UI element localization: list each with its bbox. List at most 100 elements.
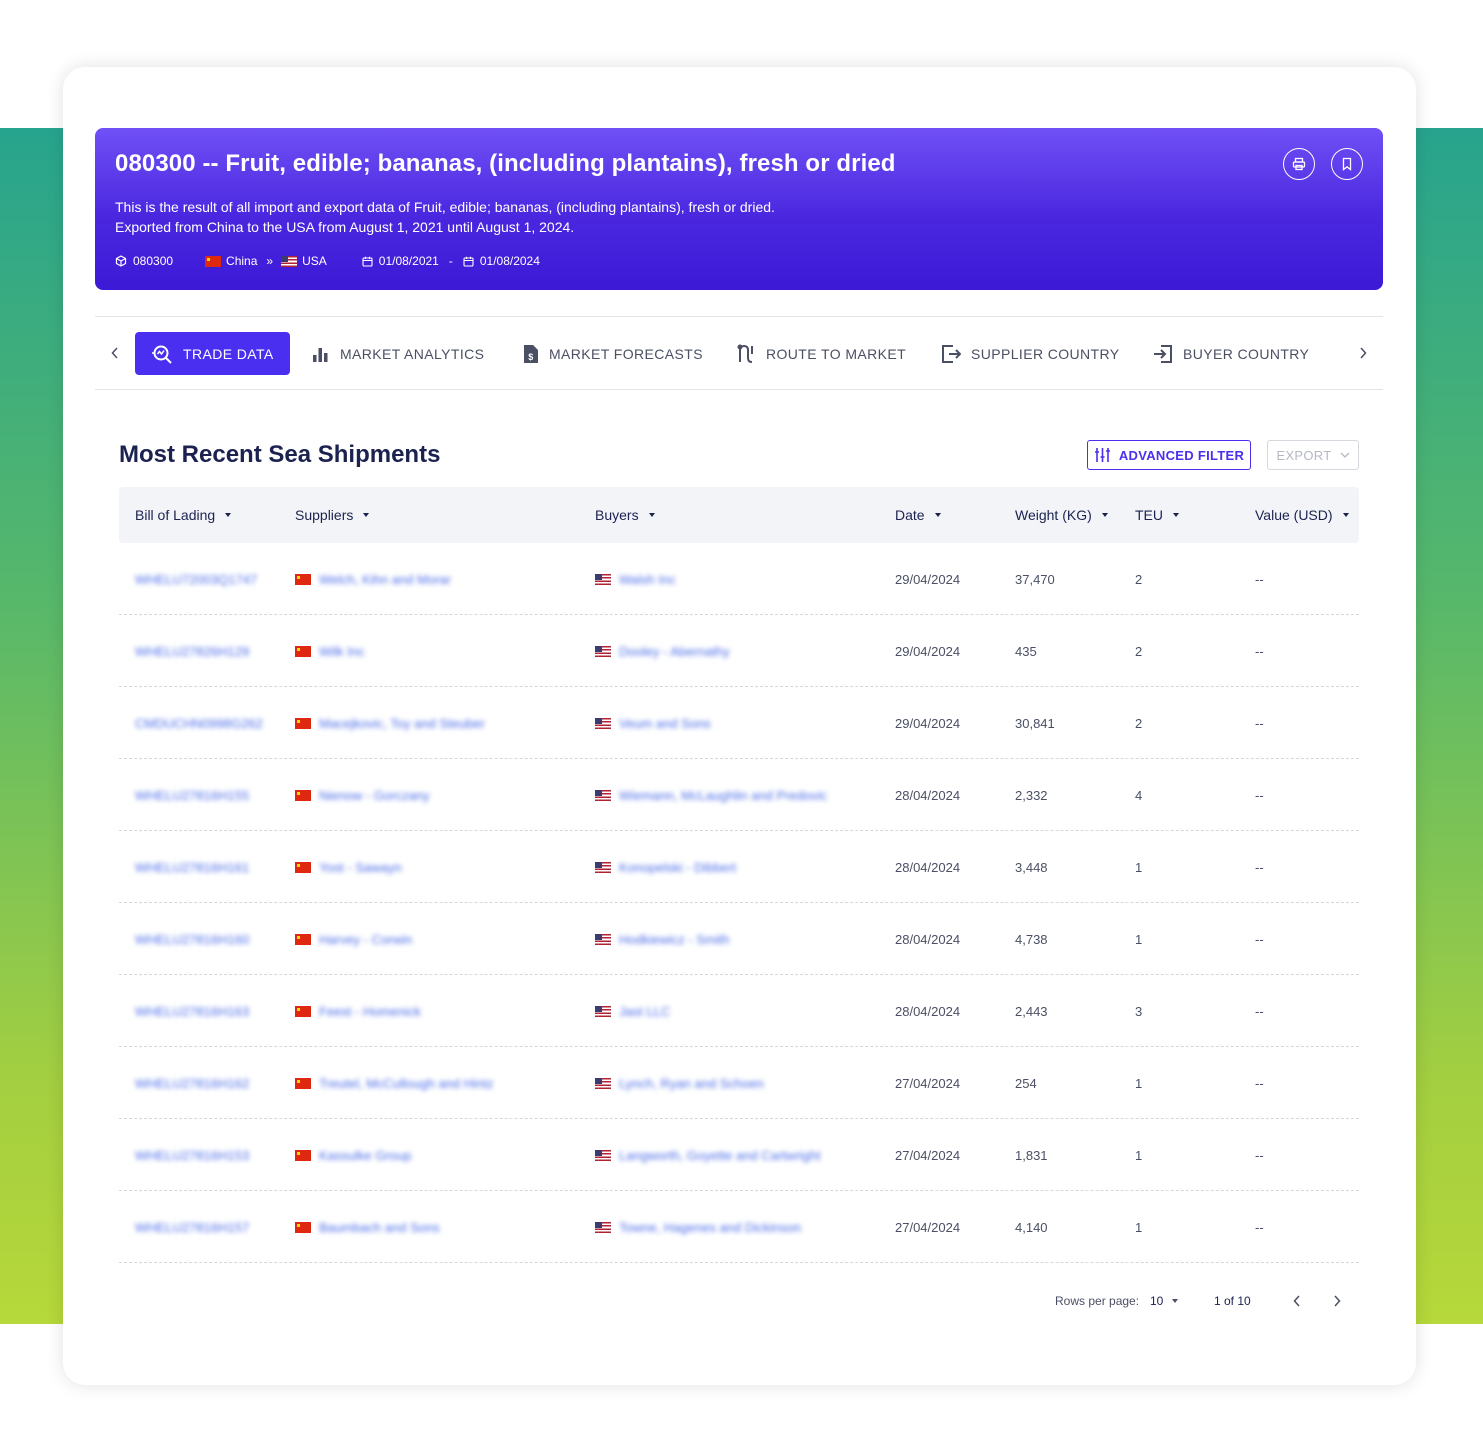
buyer-cell[interactable]: Langworth, Goyette and Cartwright [595, 1119, 821, 1191]
supplier-cell[interactable]: Harvey - Corwin [295, 903, 412, 975]
buyer-cell[interactable]: Dooley - Abernathy [595, 615, 730, 687]
teu-cell: 2 [1135, 643, 1143, 659]
column-label: Suppliers [295, 507, 354, 523]
tabs-scroll-right-button[interactable] [1353, 343, 1373, 363]
buyer-cell[interactable]: Jast LLC [595, 975, 670, 1047]
column-header-teu[interactable]: TEU [1135, 487, 1179, 543]
date-cell: 28/04/2024 [895, 859, 961, 875]
supplier-cell[interactable]: Yost - Sawayn [295, 831, 402, 903]
box-icon [115, 255, 127, 267]
export-button[interactable]: EXPORT [1267, 440, 1359, 470]
value-cell: -- [1255, 1219, 1264, 1235]
date-from: 01/08/2021 [378, 254, 439, 268]
previous-page-button[interactable] [1293, 1290, 1301, 1312]
value-cell: -- [1255, 931, 1264, 947]
buyer-name: Lynch, Ryan and Schoen [619, 1075, 764, 1091]
tab-market-analytics[interactable]: MARKET ANALYTICS [312, 332, 484, 375]
tab-supplier-country[interactable]: SUPPLIER COUNTRY [941, 332, 1120, 375]
bill-of-lading-text: WHELU27816H160 [135, 931, 250, 947]
date-cell: 28/04/2024 [895, 787, 961, 803]
tab-label: MARKET FORECASTS [549, 345, 703, 362]
bill-of-lading-link[interactable]: WHELU27826H129 [135, 615, 249, 687]
tab-trade-data[interactable]: TRADE DATA [135, 332, 290, 375]
weight-cell: 1,831 [1015, 1147, 1048, 1163]
caret-down-icon [1172, 1299, 1179, 1303]
column-label: Buyers [595, 507, 639, 523]
buyer-name: Konopelski - Dibbert [619, 859, 737, 875]
bill-of-lading-link[interactable]: WHELU27816H155 [135, 759, 249, 831]
china-flag-icon [295, 1149, 311, 1161]
supplier-cell[interactable]: Baumbach and Sons [295, 1191, 440, 1263]
tabs-scroll-left-button[interactable] [105, 343, 125, 363]
export-label: EXPORT [1276, 447, 1332, 463]
supplier-cell[interactable]: Macejkovic, Toy and Steuber [295, 687, 485, 759]
date-cell: 29/04/2024 [895, 571, 961, 587]
teu-cell: 3 [1135, 1003, 1143, 1019]
supplier-cell[interactable]: Nienow - Gorczany [295, 759, 430, 831]
supplier-name: Macejkovic, Toy and Steuber [319, 715, 485, 731]
buyer-cell[interactable]: Lynch, Ryan and Schoen [595, 1047, 764, 1119]
supplier-name: Yost - Sawayn [319, 859, 402, 875]
advanced-filter-button[interactable]: ADVANCED FILTER [1087, 440, 1251, 470]
china-flag-icon [295, 573, 311, 585]
bill-of-lading-link[interactable]: CMDUCHN0998G262 [135, 687, 263, 759]
supplier-cell[interactable]: Kassulke Group [295, 1119, 412, 1191]
teu-cell: 2 [1135, 715, 1143, 731]
date-separator: - [448, 254, 453, 268]
bill-of-lading-text: WHELU27816H161 [135, 859, 250, 875]
table-row: WHELU27816H155 Nienow - Gorczany Wiemann… [119, 759, 1359, 831]
usa-flag-icon [595, 717, 611, 729]
buyer-cell[interactable]: Veum and Sons [595, 687, 711, 759]
svg-text:$: $ [528, 352, 533, 362]
bill-of-lading-link[interactable]: WHELU27816H161 [135, 831, 249, 903]
supplier-cell[interactable]: Feest - Homenick [295, 975, 421, 1047]
date-cell: 27/04/2024 [895, 1075, 961, 1091]
column-header-suppliers[interactable]: Suppliers [295, 487, 370, 543]
buyer-cell[interactable]: Wiemann, McLaughlin and Predovic [595, 759, 827, 831]
table-row: WHELU27816H157 Baumbach and Sons Towne, … [119, 1191, 1359, 1263]
bill-of-lading-link[interactable]: WHELU27816H157 [135, 1191, 249, 1263]
column-header-value[interactable]: Value (USD) [1255, 487, 1349, 543]
column-header-date[interactable]: Date [895, 487, 941, 543]
bill-of-lading-link[interactable]: WHELU27816H162 [135, 1047, 249, 1119]
bill-of-lading-link[interactable]: WHELU27816H153 [135, 1119, 249, 1191]
date-cell: 27/04/2024 [895, 1219, 961, 1235]
column-header-buyers[interactable]: Buyers [595, 487, 655, 543]
buyer-cell[interactable]: Walsh Inc [595, 543, 676, 615]
bookmark-button[interactable] [1331, 148, 1363, 180]
route-icon [737, 344, 753, 363]
buyer-cell[interactable]: Towne, Hagenes and Dickinson [595, 1191, 801, 1263]
bill-of-lading-link[interactable]: WHELU27816H160 [135, 903, 249, 975]
china-flag-icon [295, 645, 311, 657]
tab-market-forecasts[interactable]: $ MARKET FORECASTS [523, 332, 703, 375]
supplier-cell[interactable]: Treutel, McCullough and Hintz [295, 1047, 493, 1119]
tab-route-to-market[interactable]: ROUTE TO MARKET [736, 332, 906, 375]
usa-flag-icon [595, 1005, 611, 1017]
origin-country: China [226, 254, 258, 268]
print-button[interactable] [1283, 148, 1315, 180]
bill-of-lading-text: WHELU27816H157 [135, 1219, 250, 1235]
column-header-bill-of-lading[interactable]: Bill of Lading [135, 487, 232, 543]
supplier-name: Baumbach and Sons [319, 1219, 440, 1235]
bill-of-lading-link[interactable]: WHELU27816H163 [135, 975, 249, 1047]
table-row: WHELU27816H161 Yost - Sawayn Konopelski … [119, 831, 1359, 903]
next-page-button[interactable] [1333, 1290, 1341, 1312]
destination-country: USA [302, 254, 327, 268]
supplier-cell[interactable]: Welch, Kihn and Morar [295, 543, 451, 615]
tab-label: BUYER COUNTRY [1183, 345, 1310, 362]
column-label: Value (USD) [1255, 507, 1333, 523]
buyer-cell[interactable]: Hodkiewicz - Smith [595, 903, 730, 975]
usa-flag-icon [595, 933, 611, 945]
supplier-cell[interactable]: Wilk Inc [295, 615, 365, 687]
bill-of-lading-text: WHELU27816H163 [135, 1003, 250, 1019]
bill-of-lading-link[interactable]: WHELU72003Q1747 [135, 543, 257, 615]
tab-buyer-country[interactable]: BUYER COUNTRY [1153, 332, 1309, 375]
date-to-item: 01/08/2024 [463, 254, 540, 268]
date-to: 01/08/2024 [479, 254, 540, 268]
rows-per-page: Rows per page: [1055, 1290, 1139, 1312]
rows-per-page-select[interactable]: 10 [1150, 1290, 1179, 1312]
weight-cell: 2,443 [1015, 1003, 1048, 1019]
advanced-filter-label: ADVANCED FILTER [1118, 447, 1245, 463]
buyer-cell[interactable]: Konopelski - Dibbert [595, 831, 736, 903]
column-header-weight[interactable]: Weight (KG) [1015, 487, 1108, 543]
